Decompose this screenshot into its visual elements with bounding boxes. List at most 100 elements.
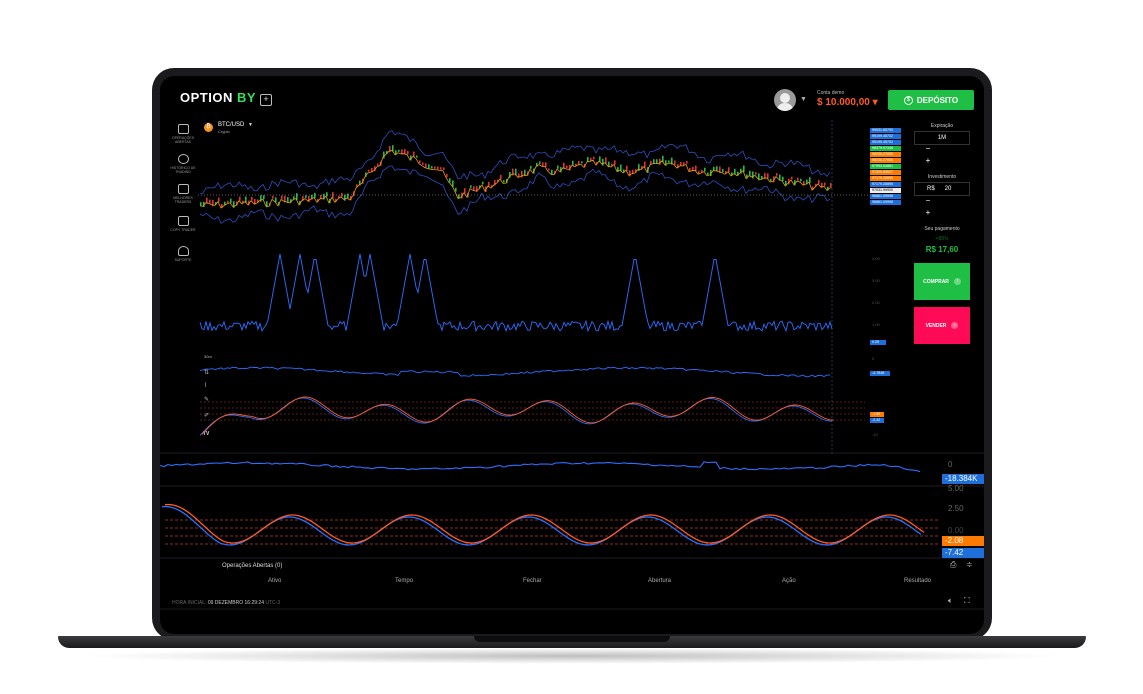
col-close[interactable]: Fechar <box>523 578 542 584</box>
expiry-value[interactable]: 1M <box>914 131 970 145</box>
candle <box>557 165 559 169</box>
candle <box>500 174 502 180</box>
volume-axis-label: 3.00 <box>872 278 880 283</box>
candle <box>347 193 349 199</box>
buy-button[interactable]: COMPRAR ↑ <box>914 263 970 300</box>
candle <box>797 177 799 181</box>
arrow-down-icon: ↓ <box>951 322 959 329</box>
candle <box>398 149 400 152</box>
expiry-minus-button[interactable]: − <box>920 144 936 154</box>
osc-orange-tag: -1.88 <box>870 412 884 417</box>
candle <box>281 195 283 200</box>
price-tag: 97993.54881 <box>870 164 901 169</box>
price-tag: 99931.65793 <box>870 128 901 133</box>
fullscreen-icon[interactable]: ⛶ <box>964 596 970 606</box>
col-action[interactable]: Ação <box>782 578 796 584</box>
big-osc-axis: 5.00 <box>948 484 964 493</box>
big-oscillator-blue-line <box>161 505 922 546</box>
oscillator-blue-line <box>199 397 832 436</box>
candle <box>752 171 754 179</box>
screen: OPTION BY + ▼ Conta demo $ 10.000,00 ▾ $… <box>160 76 984 634</box>
download-icon[interactable]: ⎙ <box>950 560 956 570</box>
open-ops-title: Operações Abertas (0) <box>222 563 283 569</box>
candle <box>722 169 724 173</box>
invest-label: Investimento <box>927 174 957 180</box>
price-tag: 99199.45702 <box>870 134 901 139</box>
candle <box>230 198 232 203</box>
candle <box>698 171 700 174</box>
candle <box>425 163 427 168</box>
osc-axis-label: 0 <box>872 356 875 361</box>
candle <box>443 167 445 170</box>
candle <box>419 160 421 164</box>
candle <box>713 166 715 171</box>
col-asset[interactable]: Ativo <box>268 578 281 584</box>
candle <box>473 186 475 191</box>
candle <box>692 166 694 171</box>
candle <box>818 179 820 184</box>
price-tag: 98236.27858 <box>870 158 901 163</box>
col-result[interactable]: Resultado <box>904 578 931 584</box>
buy-label: COMPRAR <box>923 278 949 285</box>
main-chart[interactable] <box>160 76 984 634</box>
invest-field[interactable]: R$ 20 <box>914 182 970 196</box>
candle <box>209 199 211 204</box>
start-time-value: 09 DEZEMBRO 16:29:24 <box>207 600 264 606</box>
price-tag: 97179.28895 <box>870 182 901 187</box>
candle <box>239 196 241 201</box>
col-time[interactable]: Tempo <box>395 578 413 584</box>
invest-plus-button[interactable]: + <box>920 208 936 218</box>
candle <box>368 169 370 172</box>
candle <box>542 162 544 167</box>
candle <box>440 167 442 170</box>
candle <box>377 163 379 166</box>
candle <box>686 160 688 164</box>
candle <box>416 155 418 158</box>
candle <box>668 160 670 163</box>
candle <box>770 178 772 182</box>
expiry-plus-button[interactable]: + <box>920 156 936 166</box>
big-obv-tag: -18.384K <box>942 474 984 484</box>
candle <box>431 166 433 169</box>
candle <box>482 181 484 185</box>
candle <box>581 161 583 164</box>
bollinger-upper-line <box>199 130 831 195</box>
volume-axis-label: 2.00 <box>872 300 880 305</box>
volume-axis-label: 4.00 <box>872 256 880 261</box>
volume-tag: 0.25 <box>870 340 886 345</box>
levels-icon[interactable]: ≑ <box>966 560 973 569</box>
price-tag: 96861.09998 <box>870 200 901 205</box>
obv-line <box>199 366 831 378</box>
big-osc-orange-tag: -2.08 <box>942 536 984 546</box>
col-open[interactable]: Abertura <box>648 578 671 584</box>
candle <box>791 176 793 180</box>
big-oscillator-orange-line <box>164 503 925 544</box>
footer-status: HORA INICIAL: 09 DEZEMBRO 16:29:24 UTC-3 <box>172 600 280 606</box>
osc-axis-label: -10 <box>872 432 878 437</box>
candle <box>434 166 436 169</box>
arrow-up-icon: ↑ <box>953 278 961 285</box>
laptop-notch <box>474 636 670 642</box>
invest-minus-button[interactable]: − <box>920 196 936 206</box>
candle <box>428 164 430 169</box>
timezone: UTC-3 <box>265 600 281 606</box>
sound-icon[interactable]: 🔈︎ <box>948 596 953 606</box>
candle <box>326 192 328 197</box>
candle <box>548 168 550 171</box>
candle <box>200 202 202 206</box>
sell-button[interactable]: VENDER ↓ <box>914 307 970 344</box>
candle <box>707 172 709 175</box>
price-tag: 97395.89527 <box>870 170 901 175</box>
volume-line <box>199 253 833 333</box>
candle <box>293 196 295 199</box>
candle <box>251 196 253 201</box>
candle <box>704 167 706 172</box>
price-tag: 96861.09998 <box>870 194 901 199</box>
currency-label: R$ <box>927 186 935 192</box>
candle <box>830 183 832 189</box>
candle <box>578 161 580 165</box>
candle <box>701 169 703 173</box>
big-obv-axis: 0 <box>948 460 953 469</box>
candle <box>776 173 778 176</box>
candle <box>503 180 505 183</box>
